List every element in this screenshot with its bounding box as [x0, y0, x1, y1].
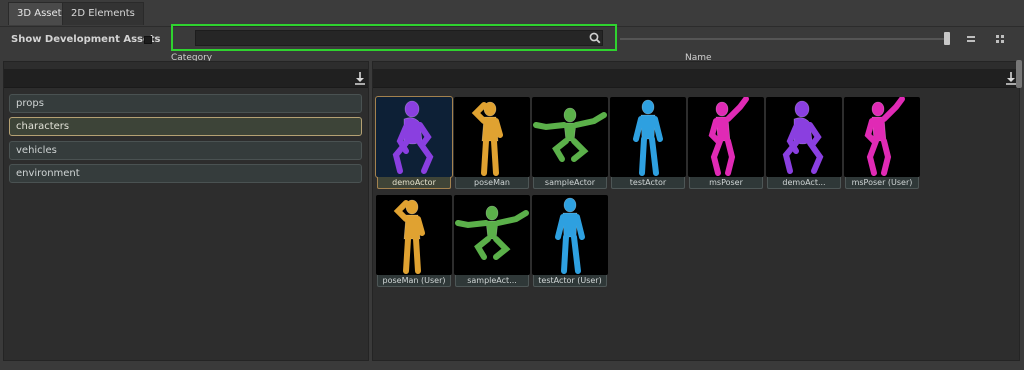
thumbnail-size-slider-track[interactable]	[620, 38, 950, 40]
asset-tile[interactable]: sampleAct...	[454, 195, 530, 287]
asset-tile[interactable]: demoActor	[375, 96, 453, 189]
character-thumbnail	[766, 97, 842, 177]
character-thumbnail	[454, 97, 530, 177]
list-view-icon[interactable]	[964, 32, 978, 46]
character-thumbnail	[844, 97, 920, 177]
category-item-environment[interactable]: environment	[9, 164, 362, 183]
asset-tile[interactable]: poseMan	[454, 97, 530, 189]
asset-label: msPoser	[689, 177, 763, 189]
asset-label: sampleActor	[533, 177, 607, 189]
category-item-characters[interactable]: characters	[9, 117, 362, 136]
character-thumbnail	[375, 96, 453, 178]
character-thumbnail	[532, 97, 608, 177]
category-sort-bar	[4, 69, 368, 88]
asset-tile[interactable]: msPoser	[688, 97, 764, 189]
character-thumbnail	[610, 97, 686, 177]
character-thumbnail	[454, 195, 530, 275]
asset-label: demoActor	[377, 177, 451, 189]
asset-label: poseMan (User)	[377, 275, 451, 287]
asset-scrollbar[interactable]	[1016, 60, 1022, 88]
search-icon[interactable]	[588, 31, 602, 45]
asset-label: msPoser (User)	[845, 177, 919, 189]
asset-label: demoAct...	[767, 177, 841, 189]
asset-tile[interactable]: testActor	[610, 97, 686, 189]
tab-bar: 3D Assets 2D Elements	[0, 0, 1024, 26]
asset-label: testActor (User)	[533, 275, 607, 287]
asset-tile[interactable]: msPoser (User)	[844, 97, 920, 189]
asset-tile[interactable]: sampleActor	[532, 97, 608, 189]
asset-label: testActor	[611, 177, 685, 189]
show-dev-assets-label: Show Development Assets	[11, 34, 161, 45]
category-item-vehicles[interactable]: vehicles	[9, 141, 362, 160]
search-input[interactable]	[195, 30, 603, 46]
tab-2d-elements[interactable]: 2D Elements	[62, 2, 144, 25]
asset-tile[interactable]: demoAct...	[766, 97, 842, 189]
character-thumbnail	[688, 97, 764, 177]
thumbnail-size-slider-handle[interactable]	[944, 32, 950, 45]
asset-tile[interactable]: testActor (User)	[532, 195, 608, 287]
show-dev-assets-checkbox[interactable]	[144, 36, 152, 44]
asset-sort-bar	[373, 69, 1019, 88]
character-thumbnail	[532, 195, 608, 275]
character-thumbnail	[376, 195, 452, 275]
category-item-props[interactable]: props	[9, 94, 362, 113]
sort-down-icon[interactable]	[354, 71, 366, 85]
grid-view-icon[interactable]	[993, 32, 1007, 46]
asset-label: sampleAct...	[455, 275, 529, 287]
asset-tile[interactable]: poseMan (User)	[376, 195, 452, 287]
asset-label: poseMan	[455, 177, 529, 189]
